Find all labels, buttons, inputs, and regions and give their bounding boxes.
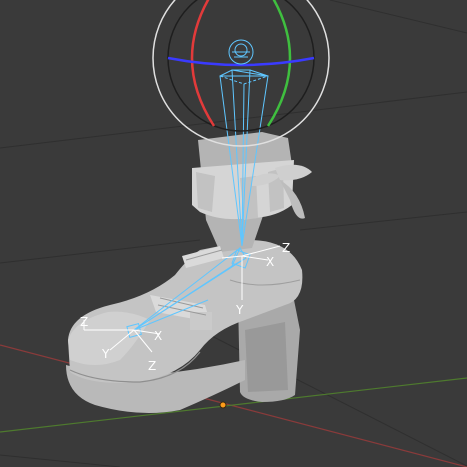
viewport-canvas[interactable]: Y Z X Z Z Y X — [0, 0, 467, 467]
x-axis-line-far — [229, 404, 467, 467]
toe-up-label: Z — [80, 315, 88, 329]
rotation-gizmo[interactable] — [152, 0, 330, 147]
gizmo-view-ring[interactable] — [152, 0, 330, 147]
3d-viewport[interactable]: Y Z X Z Z Y X — [0, 0, 467, 467]
ankle-y-label: Y — [235, 303, 244, 317]
object-origin[interactable] — [219, 401, 227, 409]
toe-x-label: X — [154, 329, 162, 343]
toe-z-label: Z — [148, 359, 156, 373]
ankle-z-label: Z — [282, 241, 290, 255]
y-axis-line — [0, 377, 467, 433]
boot-mesh[interactable] — [66, 132, 312, 414]
ankle-x-label: X — [266, 255, 274, 269]
toe-y-label: Y — [101, 347, 110, 361]
